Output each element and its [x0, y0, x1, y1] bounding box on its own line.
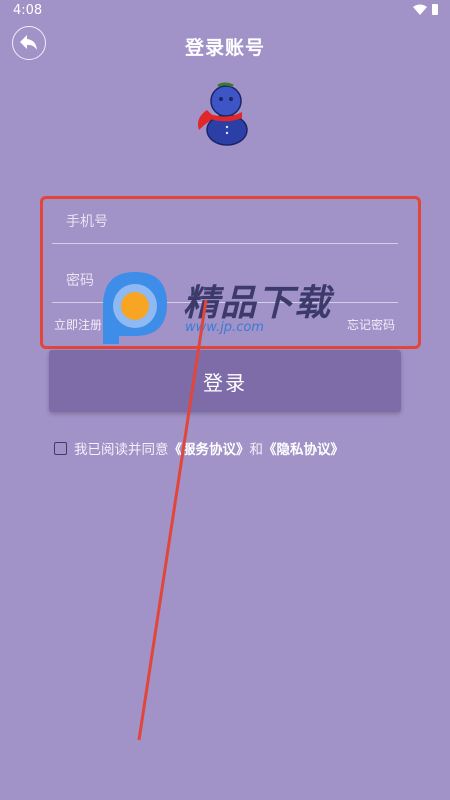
- annotation-line: [137, 299, 208, 741]
